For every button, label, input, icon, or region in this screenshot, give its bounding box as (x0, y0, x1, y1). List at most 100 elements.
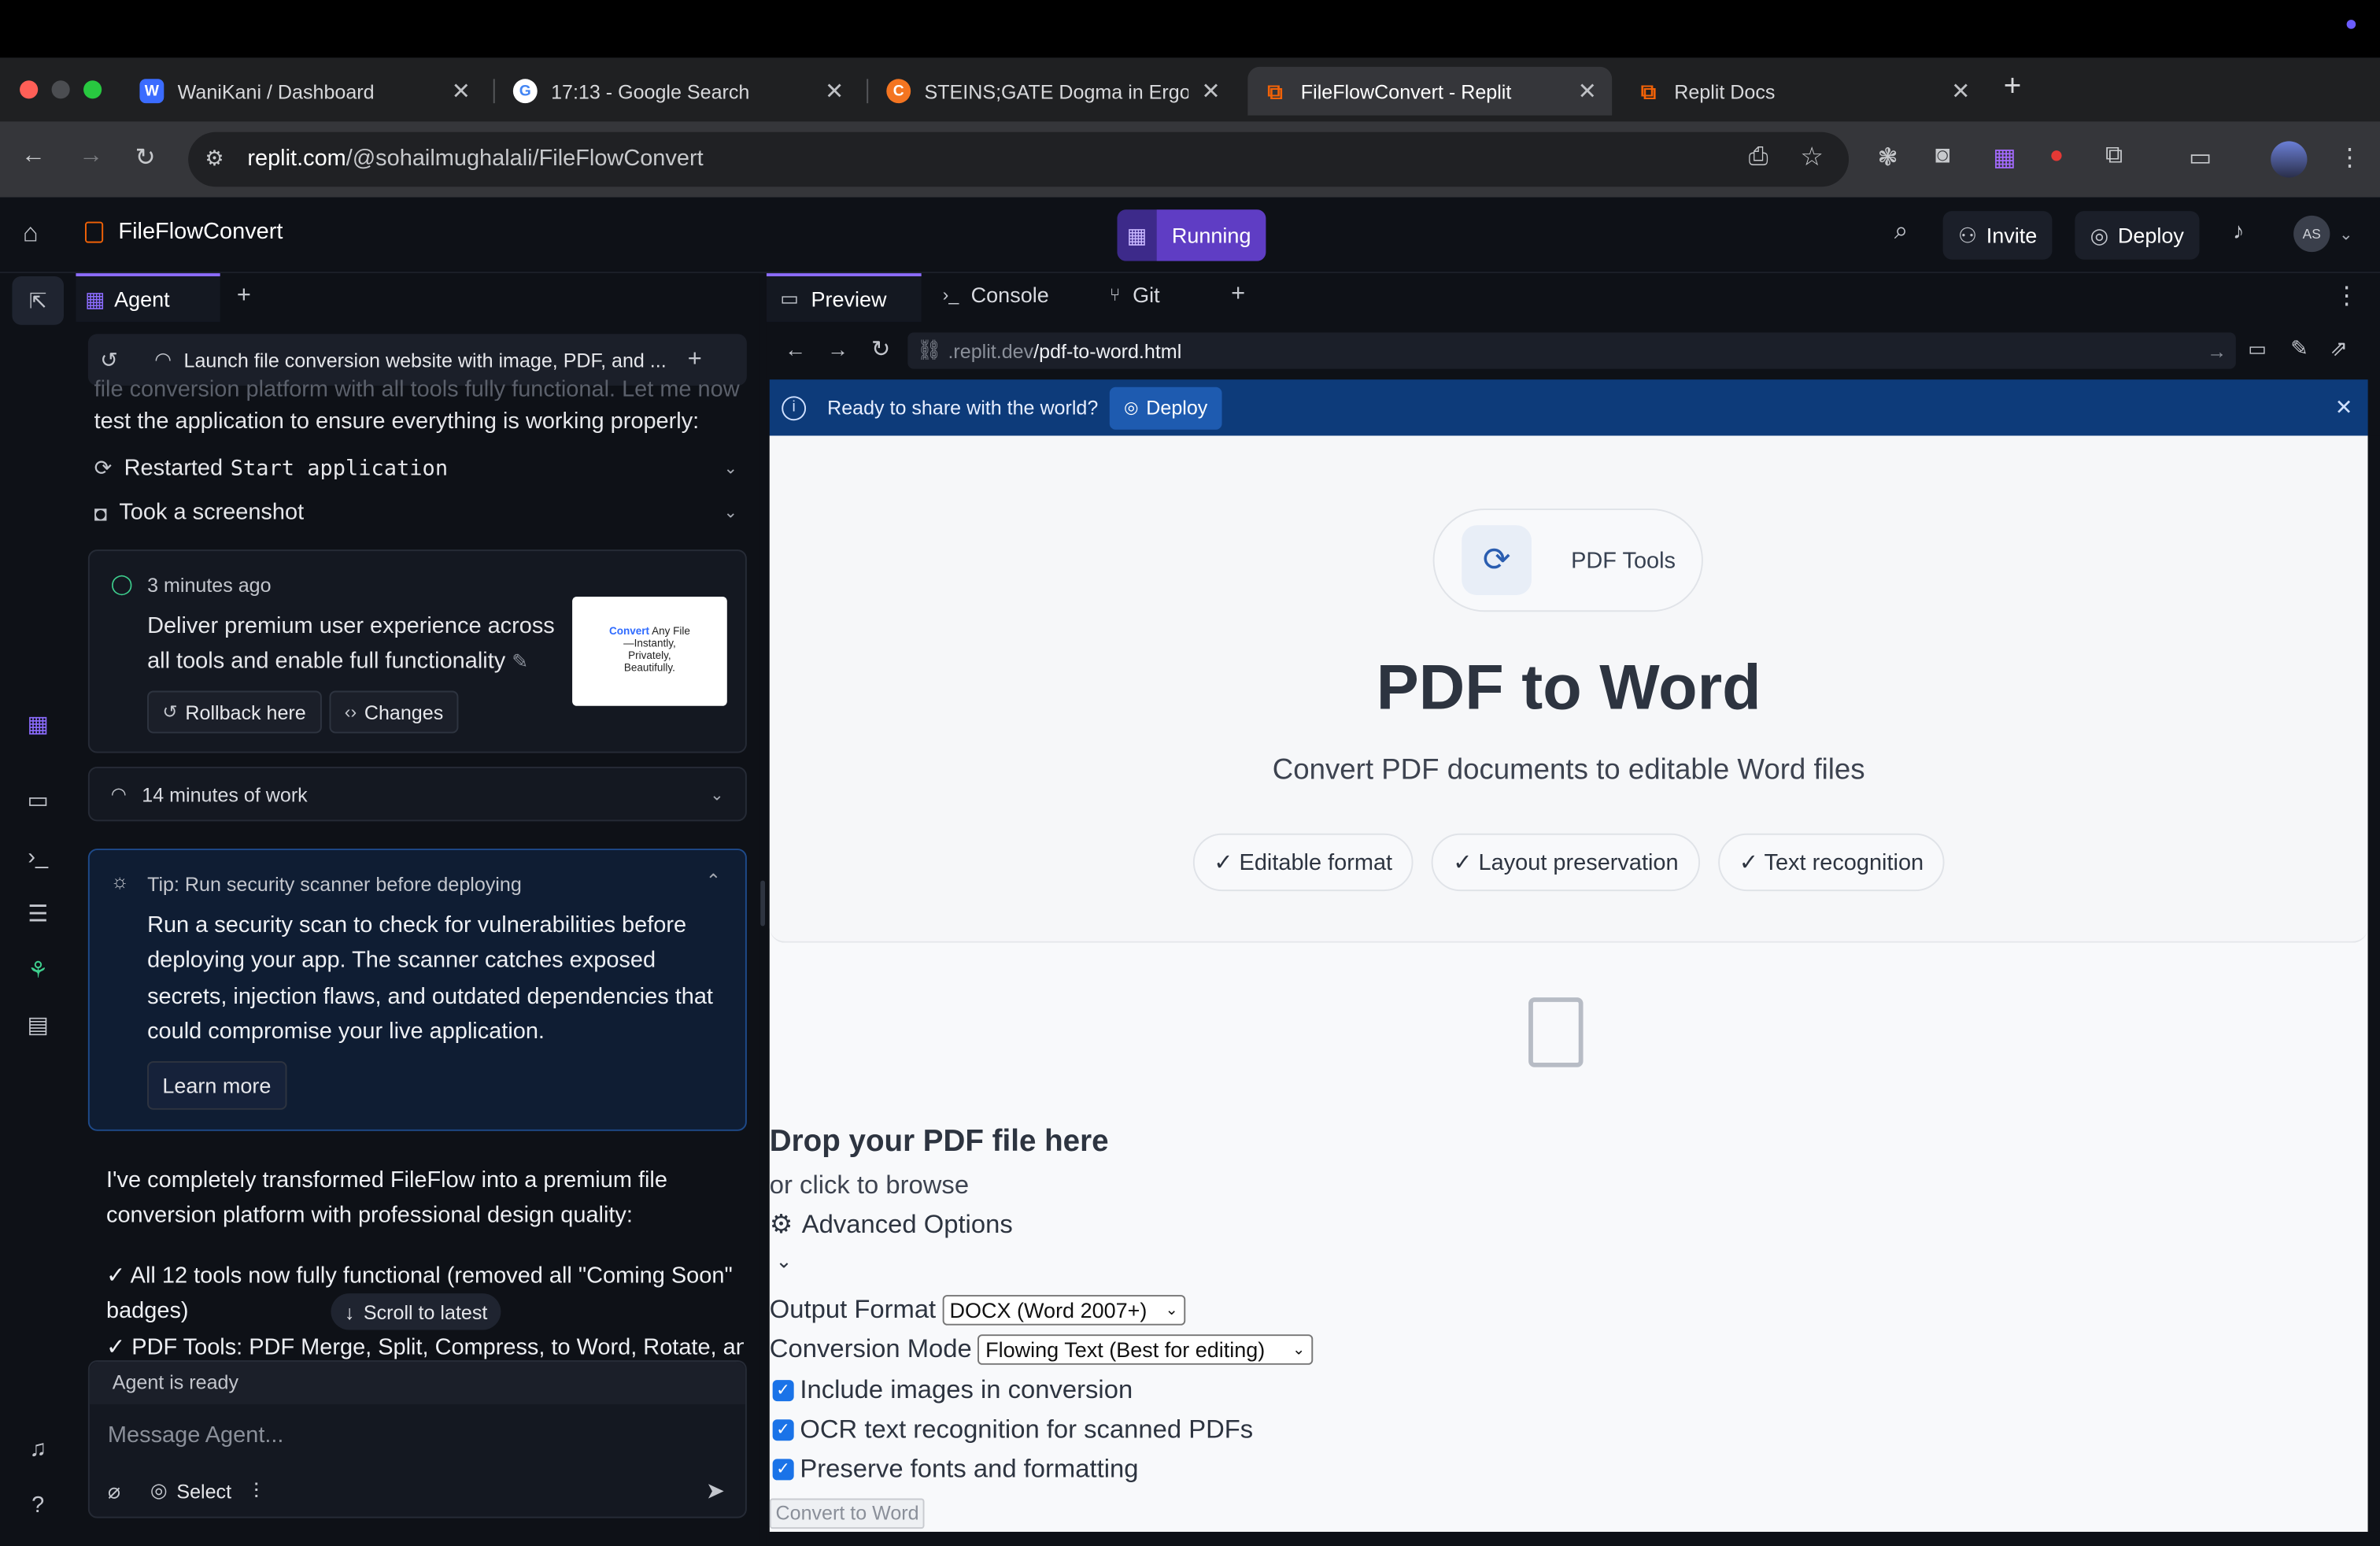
settings-sliders-icon[interactable]: ⫶ (253, 1478, 259, 1504)
bookmark-star-icon[interactable]: ☆ (1800, 142, 1823, 173)
action-row-restart[interactable]: ⟳ Restarted Start application ⌄ (94, 456, 738, 482)
close-tab-icon[interactable]: ✕ (1578, 77, 1597, 105)
browser-tab-wanikani[interactable]: W WaniKani / Dashboard ✕ (124, 67, 486, 116)
maximize-window-button[interactable] (83, 80, 102, 99)
output-format-select[interactable]: DOCX (Word 2007+) ⌄ (941, 1295, 1186, 1326)
back-arrow-icon[interactable]: ← (21, 142, 46, 170)
history-icon[interactable]: ↺ (100, 347, 118, 373)
search-icon[interactable]: ⌕ (1894, 219, 1908, 246)
action-row-screenshot[interactable]: ◘ Took a screenshot ⌄ (94, 500, 738, 526)
notification-bell-icon[interactable]: ♪ (2233, 219, 2244, 245)
drop-zone-subtitle[interactable]: or click to browse (770, 1171, 969, 1201)
option-preserve-fonts[interactable]: ✓ Preserve fonts and formatting (772, 1455, 1138, 1485)
gear-icon: ⚙ (769, 1210, 793, 1239)
tab-git[interactable]: ⑂ Git (1110, 283, 1160, 307)
extension-stop-icon[interactable]: ● (2049, 142, 2064, 170)
deployment-icon[interactable]: ⚘ (23, 956, 54, 987)
site-settings-icon[interactable]: ⚙ (205, 146, 224, 172)
more-options-icon[interactable]: ⋮ (2334, 281, 2359, 312)
banner-deploy-button[interactable]: ◎ Deploy (1110, 386, 1221, 429)
tab-preview[interactable]: ▭ Preview (766, 273, 922, 322)
invite-button[interactable]: ⚇ Invite (1942, 211, 2053, 260)
close-tab-icon[interactable]: ✕ (825, 77, 844, 105)
profile-avatar[interactable] (2271, 141, 2308, 178)
checkbox-checked-icon[interactable]: ✓ (772, 1380, 794, 1402)
preview-forward-icon[interactable]: → (827, 337, 848, 361)
edit-pencil-icon[interactable]: ✎ (512, 649, 528, 672)
forward-arrow-icon[interactable]: → (79, 142, 103, 170)
message-input[interactable]: Message Agent... (108, 1422, 284, 1448)
new-panel-tab-button[interactable]: + (237, 283, 251, 310)
help-icon[interactable]: ? (23, 1492, 54, 1523)
run-status-button[interactable]: ▦ Running (1117, 209, 1266, 261)
tab-console[interactable]: ›_ Console (943, 283, 1049, 307)
reload-icon[interactable]: ↻ (135, 142, 156, 173)
work-summary-row[interactable]: ◠ 14 minutes of work ⌄ (87, 766, 747, 822)
devtools-icon[interactable]: ▭ (2248, 337, 2267, 361)
preview-scrollbar[interactable] (2367, 435, 2380, 1532)
agent-panel: ▦ Agent + ↺ ◠ Launch file conversion web… (76, 273, 759, 1546)
cast-icon[interactable]: ▭ (2189, 142, 2212, 173)
browser-tab-replit-docs[interactable]: ⧉ Replit Docs ✕ (1621, 67, 1986, 116)
conversion-mode-select[interactable]: Flowing Text (Best for editing) ⌄ (978, 1334, 1313, 1365)
drop-zone-title[interactable]: Drop your PDF file here (770, 1125, 1109, 1160)
chevron-down-icon[interactable]: ⌄ (776, 1249, 793, 1274)
address-bar[interactable]: ⚙ replit.com/@sohailmughalali/FileFlowCo… (188, 131, 1850, 187)
checkpoint-screenshot-thumbnail[interactable]: Convert Any File —Instantly, Privately, … (572, 596, 727, 706)
preview-url-bar[interactable]: ⛓ .replit.dev /pdf-to-word.html → (907, 332, 2236, 369)
rollback-button[interactable]: ↺ Rollback here (147, 690, 322, 734)
attach-paperclip-icon[interactable]: ⌀ (108, 1478, 120, 1504)
new-task-icon[interactable]: + (688, 346, 702, 374)
extension-pet-icon[interactable]: ❃ (1878, 142, 1898, 173)
extension-grid-icon[interactable]: ▦ (1993, 142, 2016, 173)
changes-button[interactable]: ‹› Changes (329, 690, 459, 734)
close-tab-icon[interactable]: ✕ (452, 77, 471, 105)
close-tab-icon[interactable]: ✕ (1951, 77, 1970, 105)
checkbox-checked-icon[interactable]: ✓ (772, 1419, 794, 1441)
preview-back-icon[interactable]: ← (785, 337, 806, 361)
agent-icon[interactable]: ▦ (23, 711, 54, 742)
send-icon[interactable]: ➤ (706, 1478, 725, 1504)
deploy-header-button[interactable]: ◎ Deploy (2075, 211, 2200, 260)
home-icon[interactable]: ⌂ (23, 219, 39, 250)
file-icon[interactable] (1528, 997, 1584, 1067)
extension-glasses-icon[interactable]: ◙ (1935, 142, 1950, 170)
files-panel-toggle[interactable]: ⇱ (12, 276, 65, 325)
preview-reload-icon[interactable]: ↻ (871, 335, 890, 363)
close-tab-icon[interactable]: ✕ (1201, 77, 1220, 105)
user-avatar[interactable]: AS ⌄ (2293, 215, 2353, 253)
preview-monitor-icon[interactable]: ▭ (23, 786, 54, 817)
minimize-window-button[interactable] (51, 80, 70, 99)
close-window-button[interactable] (20, 80, 39, 99)
arrow-right-icon[interactable]: → (2207, 339, 2227, 362)
scroll-to-latest-button[interactable]: ↓ Scroll to latest (331, 1293, 501, 1330)
advanced-options-toggle[interactable]: ⚙ Advanced Options (770, 1210, 1013, 1241)
install-app-icon[interactable]: ⎙ (1749, 144, 1768, 172)
open-new-window-icon[interactable]: ⇗ (2330, 335, 2348, 361)
learn-more-button[interactable]: Learn more (147, 1061, 286, 1110)
browser-tab-replit-active[interactable]: ⧉ FileFlowConvert - Replit ✕ (1247, 66, 1613, 116)
option-ocr[interactable]: ✓ OCR text recognition for scanned PDFs (772, 1415, 1253, 1445)
wrench-icon[interactable]: ✎ (2290, 335, 2308, 361)
project-title[interactable]: FileFlowConvert (85, 219, 283, 245)
new-tab-button[interactable]: + (2004, 70, 2022, 105)
browser-menu-icon[interactable]: ⋮ (2338, 142, 2362, 173)
chevron-up-icon[interactable]: ⌃ (706, 870, 721, 891)
preview-frame: ⟳ PDF Tools PDF to Word Convert PDF docu… (769, 435, 2368, 1532)
convert-button[interactable]: Convert to Word (769, 1498, 926, 1529)
browser-tab-crunchyroll[interactable]: C STEINS;GATE Dogma in Ergosphere ✕ (871, 67, 1236, 116)
new-workspace-tab-button[interactable]: + (1231, 281, 1245, 309)
tools-grid-icon[interactable]: ▤ (23, 1011, 54, 1041)
checkbox-checked-icon[interactable]: ✓ (772, 1459, 794, 1481)
option-include-images[interactable]: ✓ Include images in conversion (772, 1375, 1133, 1406)
panel-resize-handle[interactable] (760, 880, 766, 926)
select-element-button[interactable]: ◎ Select (150, 1478, 231, 1503)
tab-agent[interactable]: ▦ Agent (76, 273, 220, 322)
close-banner-icon[interactable]: ✕ (2335, 394, 2353, 420)
shell-icon[interactable]: ›_ (23, 844, 54, 875)
alerts-icon[interactable]: ♫ (23, 1436, 54, 1466)
browser-tab-google[interactable]: G 17:13 - Google Search ✕ (498, 67, 859, 116)
task-title[interactable]: Launch file conversion website with imag… (184, 349, 670, 372)
extensions-puzzle-icon[interactable]: ⧉ (2105, 142, 2123, 170)
database-icon[interactable]: ☰ (23, 901, 54, 931)
